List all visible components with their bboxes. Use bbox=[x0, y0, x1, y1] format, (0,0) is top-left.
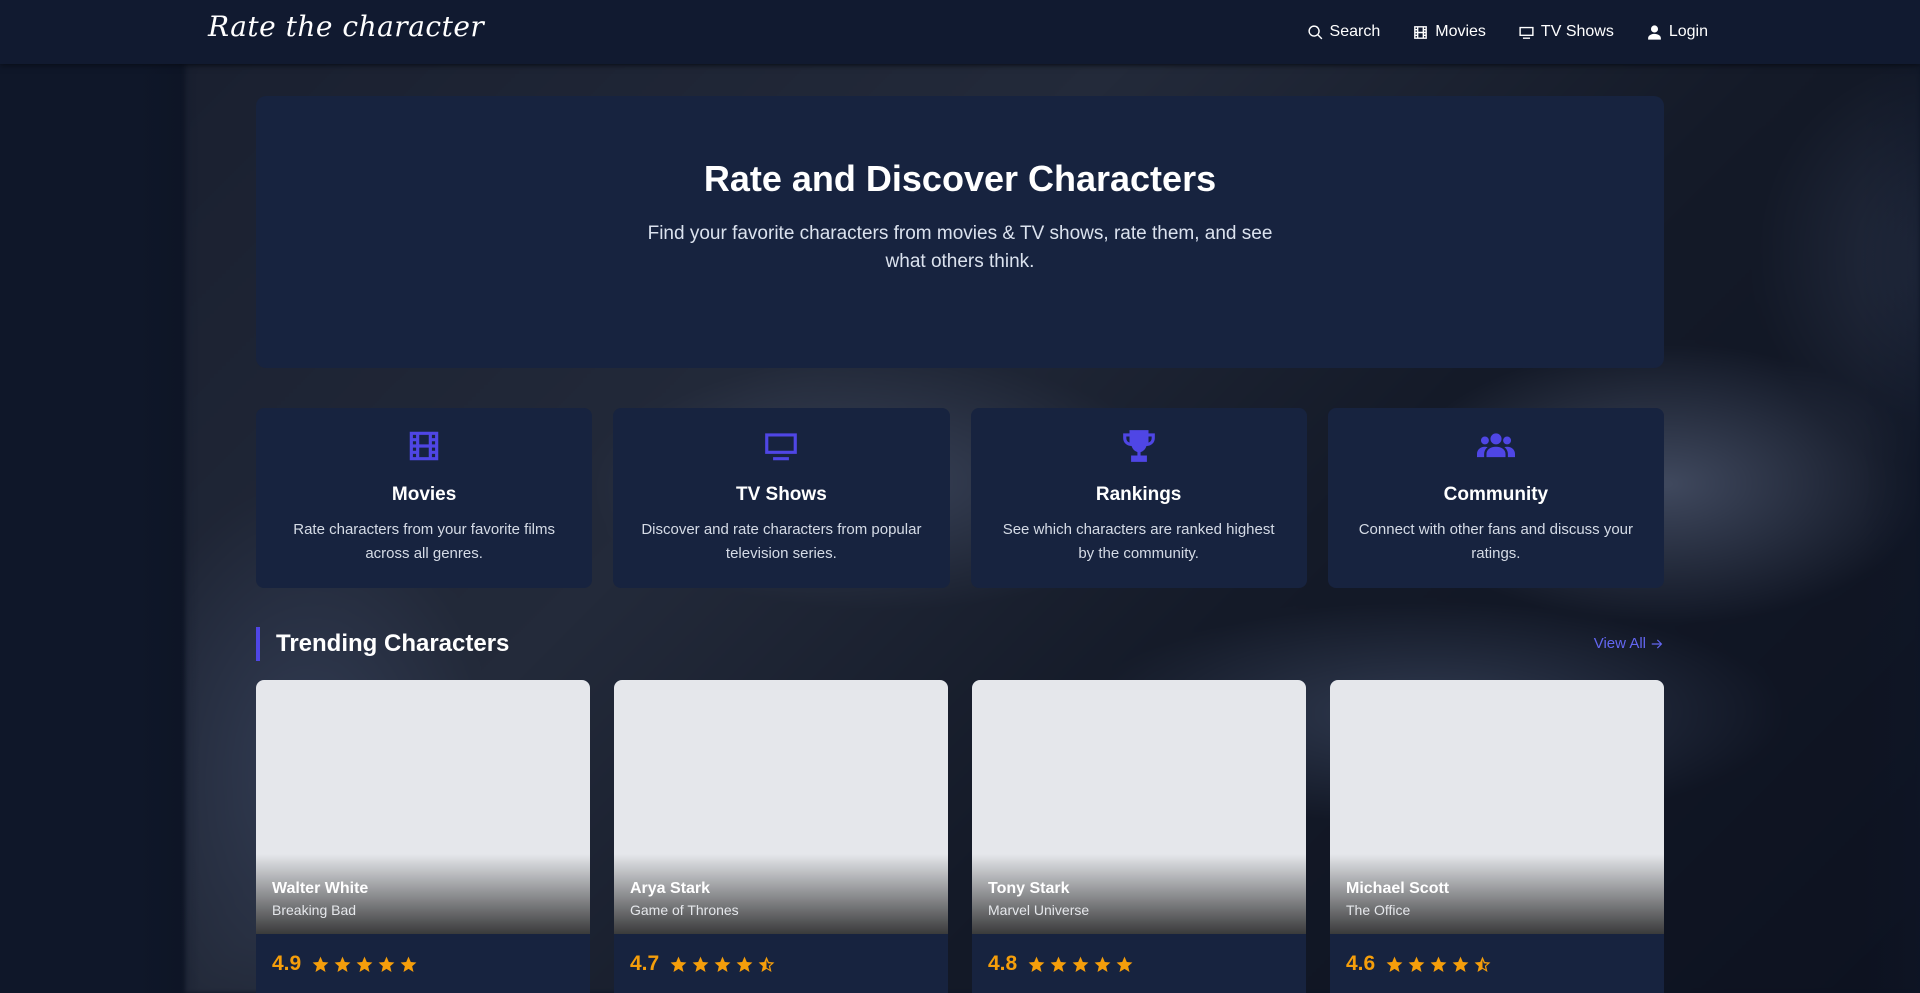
character-card[interactable]: Arya Stark Game of Thrones 4.7 bbox=[614, 680, 948, 993]
search-icon bbox=[1307, 24, 1322, 39]
feature-cards: Movies Rate characters from your favorit… bbox=[256, 408, 1664, 588]
star-half-icon bbox=[1474, 956, 1491, 972]
star-icon bbox=[1386, 956, 1403, 972]
star-icon bbox=[736, 956, 753, 972]
character-name: Tony Stark bbox=[988, 880, 1070, 897]
star-icon bbox=[1116, 956, 1133, 972]
star-icon bbox=[1094, 956, 1111, 972]
character-name: Walter White bbox=[272, 880, 369, 897]
feature-title: Rankings bbox=[1095, 484, 1182, 505]
rating-value: 4.6 bbox=[1346, 952, 1376, 975]
feature-title: TV Shows bbox=[735, 484, 827, 505]
view-all-label: View All bbox=[1593, 635, 1646, 652]
star-icon bbox=[1072, 956, 1089, 972]
arrow-right-icon bbox=[1651, 639, 1663, 648]
rating-value: 4.8 bbox=[988, 952, 1018, 975]
star-icon bbox=[312, 956, 329, 972]
feature-desc: Discover and rate characters from popula… bbox=[641, 521, 922, 562]
star-rating bbox=[1385, 955, 1492, 974]
background-shade-left bbox=[0, 64, 200, 993]
character-rating: 4.8 bbox=[988, 952, 1134, 976]
character-show: The Office bbox=[1346, 902, 1411, 918]
rating-value: 4.9 bbox=[272, 952, 302, 975]
film-icon bbox=[409, 431, 439, 461]
section-accent-bar bbox=[256, 627, 260, 661]
view-all-link[interactable]: View All bbox=[1594, 635, 1664, 652]
star-icon bbox=[670, 956, 687, 972]
rating-value: 4.7 bbox=[630, 952, 660, 975]
feature-card-tv-shows[interactable]: TV Shows Discover and rate characters fr… bbox=[613, 408, 950, 588]
brand-logo[interactable]: Rate the character bbox=[208, 10, 484, 43]
user-icon bbox=[1647, 24, 1661, 40]
film-icon bbox=[1414, 25, 1428, 39]
trending-header: Trending Characters View All bbox=[256, 627, 1664, 661]
character-card[interactable]: Walter White Breaking Bad 4.9 bbox=[256, 680, 590, 993]
star-icon bbox=[334, 956, 351, 972]
tv-icon bbox=[765, 433, 798, 461]
users-icon bbox=[1476, 433, 1515, 458]
hero-subtitle: Find your favorite characters from movie… bbox=[647, 223, 1273, 272]
trending-title: Trending Characters bbox=[276, 630, 510, 657]
nav-tv-shows-label: TV Shows bbox=[1540, 23, 1614, 40]
star-half-icon bbox=[758, 956, 775, 972]
nav-login[interactable]: Login bbox=[1646, 23, 1708, 41]
feature-desc: Connect with other fans and discuss your… bbox=[1358, 521, 1634, 562]
nav-movies[interactable]: Movies bbox=[1412, 23, 1486, 41]
feature-card-rankings[interactable]: Rankings See which characters are ranked… bbox=[970, 408, 1307, 588]
hero-panel: Rate and Discover Characters Find your f… bbox=[256, 96, 1664, 368]
nav-movies-label: Movies bbox=[1435, 23, 1486, 40]
character-rating: 4.9 bbox=[272, 952, 418, 976]
nav-search-label: Search bbox=[1329, 23, 1381, 40]
star-icon bbox=[1028, 956, 1045, 972]
feature-desc: See which characters are ranked highest … bbox=[1002, 521, 1275, 562]
character-card[interactable]: Tony Stark Marvel Universe 4.8 bbox=[972, 680, 1306, 993]
nav-links: Search Movies TV Shows Login bbox=[1307, 0, 1708, 64]
feature-title: Community bbox=[1443, 484, 1549, 505]
character-image[interactable]: Michael Scott The Office bbox=[1330, 680, 1664, 934]
star-icon bbox=[1050, 956, 1067, 972]
background-shade-right bbox=[1860, 64, 1920, 993]
character-show: Game of Thrones bbox=[630, 902, 739, 918]
character-name: Michael Scott bbox=[1346, 880, 1450, 897]
star-icon bbox=[1430, 956, 1447, 972]
nav-search[interactable]: Search bbox=[1307, 23, 1381, 41]
star-rating bbox=[311, 955, 418, 974]
hero-title: Rate and Discover Characters bbox=[703, 158, 1217, 199]
trending-cards: Walter White Breaking Bad 4.9 Arya Stark… bbox=[256, 680, 1664, 993]
nav-login-label: Login bbox=[1668, 23, 1708, 40]
character-image[interactable]: Walter White Breaking Bad bbox=[256, 680, 590, 934]
character-show: Marvel Universe bbox=[988, 902, 1090, 918]
star-icon bbox=[1452, 956, 1469, 972]
character-show: Breaking Bad bbox=[272, 902, 357, 918]
star-icon bbox=[378, 956, 395, 972]
character-card[interactable]: Michael Scott The Office 4.6 bbox=[1330, 680, 1664, 993]
feature-desc: Rate characters from your favorite films… bbox=[293, 521, 555, 562]
star-icon bbox=[356, 956, 373, 972]
nav-tv-shows[interactable]: TV Shows bbox=[1518, 23, 1614, 41]
character-rating: 4.6 bbox=[1346, 952, 1492, 976]
navbar: Rate the character Search Movies TV Show… bbox=[0, 0, 1920, 64]
star-icon bbox=[1408, 956, 1425, 972]
feature-title: Movies bbox=[391, 484, 457, 505]
star-icon bbox=[692, 956, 709, 972]
star-icon bbox=[714, 956, 731, 972]
feature-card-community[interactable]: Community Connect with other fans and di… bbox=[1327, 408, 1664, 588]
star-icon bbox=[400, 956, 417, 972]
feature-card-movies[interactable]: Movies Rate characters from your favorit… bbox=[256, 408, 593, 588]
star-rating bbox=[1027, 955, 1134, 974]
character-image[interactable]: Tony Stark Marvel Universe bbox=[972, 680, 1306, 934]
trophy-icon bbox=[1122, 430, 1155, 462]
star-rating bbox=[669, 955, 776, 974]
character-rating: 4.7 bbox=[630, 952, 776, 976]
character-name: Arya Stark bbox=[630, 880, 711, 897]
tv-icon bbox=[1519, 26, 1534, 39]
character-image[interactable]: Arya Stark Game of Thrones bbox=[614, 680, 948, 934]
